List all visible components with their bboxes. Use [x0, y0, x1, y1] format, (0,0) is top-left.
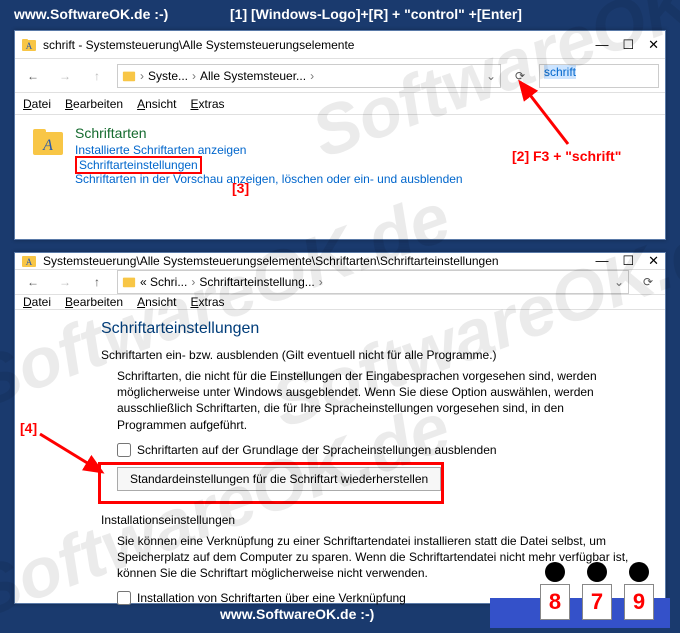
result-heading: Schriftarten [75, 125, 649, 141]
checkbox-hide-by-language[interactable]: Schriftarten auf der Grundlage der Sprac… [117, 443, 635, 457]
menu-file[interactable]: Datei [23, 295, 51, 309]
fonts-folder-icon: A [21, 37, 37, 53]
nav-bar: ← → ↑ › Syste... › Alle Systemsteuer... … [15, 59, 665, 93]
section-description: Schriftarten, die nicht für die Einstell… [117, 368, 635, 433]
titlebar[interactable]: A schrift - Systemsteuerung\Alle Systems… [15, 31, 665, 59]
up-button[interactable]: ↑ [85, 64, 109, 88]
checkbox-input[interactable] [117, 443, 131, 457]
menu-extras[interactable]: Extras [190, 97, 224, 111]
breadcrumb-part[interactable]: Syste... [148, 69, 188, 83]
checkbox-label: Schriftarten auf der Grundlage der Sprac… [137, 443, 497, 457]
breadcrumb-part[interactable]: Schriftarteinstellung... [199, 275, 314, 289]
back-button[interactable]: ← [21, 64, 45, 88]
menu-extras[interactable]: Extras [190, 295, 224, 309]
minimize-button[interactable]: — [595, 253, 608, 269]
close-button[interactable]: ✕ [648, 253, 659, 269]
fonts-folder-icon [122, 275, 136, 289]
result-description: Schriftarten in der Vorschau anzeigen, l… [75, 172, 649, 186]
section-label-hide-fonts: Schriftarten ein- bzw. ausblenden (Gilt … [101, 348, 635, 362]
menu-view[interactable]: Ansicht [137, 295, 176, 309]
svg-text:A: A [42, 137, 53, 154]
svg-text:A: A [26, 41, 33, 51]
section-label-install: Installationseinstellungen [101, 513, 635, 527]
nav-bar: ← → ↑ « Schri... › Schriftarteinstellung… [15, 270, 665, 295]
judge-score: 9 [618, 562, 660, 620]
checkbox-label: Installation von Schriftarten über eine … [137, 591, 406, 605]
address-bar[interactable]: « Schri... › Schriftarteinstellung... › … [117, 270, 629, 294]
breadcrumb-part[interactable]: « Schri... [140, 275, 187, 289]
minimize-button[interactable]: — [595, 37, 608, 53]
refresh-button[interactable]: ⟳ [509, 65, 531, 87]
font-settings-window: A Systemsteuerung\Alle Systemsteuerungse… [14, 252, 666, 604]
menu-edit[interactable]: Bearbeiten [65, 295, 123, 309]
menu-file[interactable]: Datei [23, 97, 51, 111]
forward-button[interactable]: → [53, 64, 77, 88]
menu-edit[interactable]: Bearbeiten [65, 97, 123, 111]
chevron-down-icon[interactable]: ⌄ [614, 275, 624, 289]
checkbox-input[interactable] [117, 591, 131, 605]
window-title: schrift - Systemsteuerung\Alle Systemste… [43, 38, 589, 52]
up-button[interactable]: ↑ [85, 270, 109, 294]
judge-score: 8 [534, 562, 576, 620]
menu-view[interactable]: Ansicht [137, 97, 176, 111]
forward-button[interactable]: → [53, 270, 77, 294]
judge-score: 7 [576, 562, 618, 620]
back-button[interactable]: ← [21, 270, 45, 294]
banner-step-1: [1] [Windows-Logo]+[R] + "control" +[Ent… [230, 6, 522, 22]
fonts-folder-icon: A [21, 253, 37, 269]
close-button[interactable]: ✕ [648, 37, 659, 53]
link-installed-fonts[interactable]: Installierte Schriftarten anzeigen [75, 143, 649, 157]
fonts-folder-icon: A [31, 125, 65, 159]
maximize-button[interactable]: ☐ [622, 253, 634, 269]
window-title: Systemsteuerung\Alle Systemsteuerungsele… [43, 254, 589, 268]
menu-bar: Datei Bearbeiten Ansicht Extras [15, 93, 665, 115]
search-results: A Schriftarten Installierte Schriftarten… [15, 115, 665, 196]
banner-site: www.SoftwareOK.de :-) [14, 6, 168, 22]
menu-bar: Datei Bearbeiten Ansicht Extras [15, 295, 665, 310]
restore-defaults-button[interactable]: Standardeinstellungen für die Schriftart… [117, 467, 441, 491]
titlebar[interactable]: A Systemsteuerung\Alle Systemsteuerungse… [15, 253, 665, 270]
control-panel-search-window: A schrift - Systemsteuerung\Alle Systems… [14, 30, 666, 240]
fonts-folder-icon [122, 69, 136, 83]
breadcrumb-part[interactable]: Alle Systemsteuer... [200, 69, 306, 83]
judges-panel: 8 7 9 [534, 562, 660, 620]
address-bar[interactable]: › Syste... › Alle Systemsteuer... › ⌄ [117, 64, 501, 88]
svg-text:A: A [26, 257, 33, 267]
maximize-button[interactable]: ☐ [622, 37, 634, 53]
refresh-button[interactable]: ⟳ [637, 271, 659, 293]
chevron-down-icon[interactable]: ⌄ [486, 69, 496, 83]
page-heading: Schriftarteinstellungen [101, 320, 635, 338]
search-input[interactable]: schrift [539, 64, 659, 88]
